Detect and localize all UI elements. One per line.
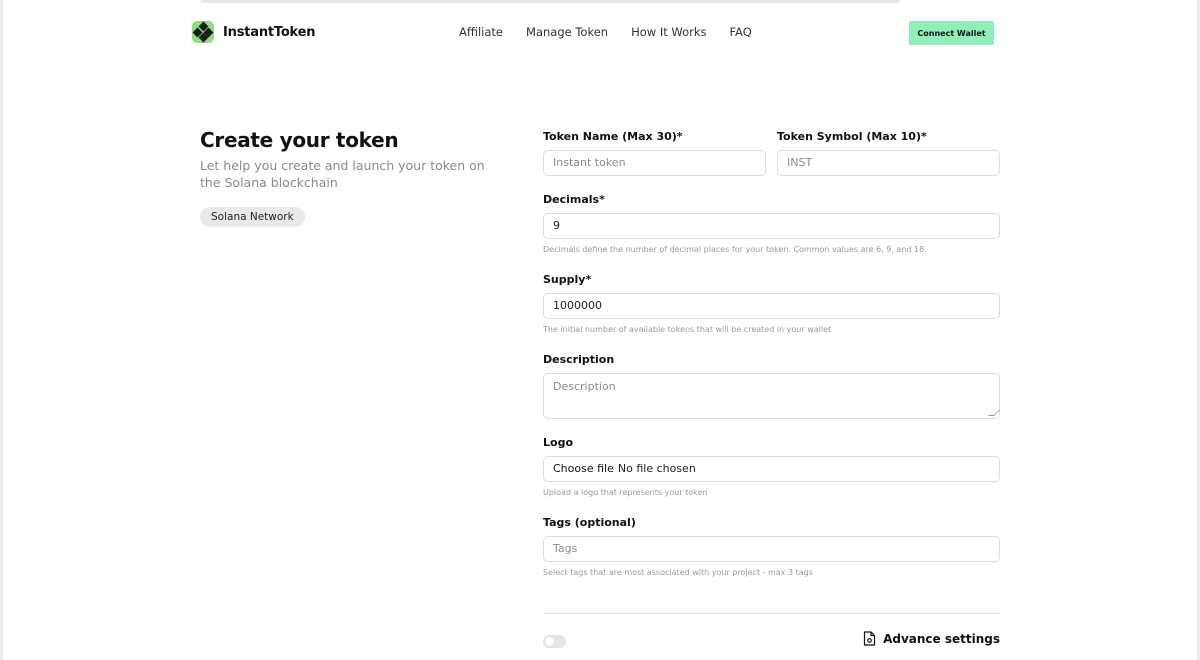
page-subtitle: Let help you create and launch your toke…: [200, 158, 485, 190]
nav-faq[interactable]: FAQ: [730, 25, 752, 39]
tags-input[interactable]: Tags: [543, 536, 1000, 562]
decimals-hint: Decimals define the number of decimal pl…: [543, 245, 927, 254]
supply-label: Supply*: [543, 273, 592, 286]
token-symbol-label: Token Symbol (Max 10)*: [777, 130, 927, 143]
connect-wallet-button[interactable]: Connect Wallet: [909, 21, 994, 45]
top-scroll-strip: [200, 0, 900, 3]
file-status: No file chosen: [617, 462, 696, 475]
supply-input[interactable]: 1000000: [543, 293, 1000, 319]
main-nav: Affiliate Manage Token How It Works FAQ: [459, 25, 752, 39]
network-badge[interactable]: Solana Network: [200, 207, 305, 227]
description-label: Description: [543, 353, 615, 366]
toggle-knob: [545, 637, 554, 646]
tags-hint: Select tags that are most associated wit…: [543, 568, 813, 577]
page-title: Create your token: [200, 128, 399, 152]
token-name-label: Token Name (Max 30)*: [543, 130, 683, 143]
token-symbol-input[interactable]: INST: [777, 150, 1000, 176]
description-textarea[interactable]: Description: [543, 373, 1000, 419]
token-name-input[interactable]: Instant token: [543, 150, 766, 176]
nav-manage-token[interactable]: Manage Token: [526, 25, 608, 39]
nav-how-it-works[interactable]: How It Works: [631, 25, 706, 39]
decimals-label: Decimals*: [543, 193, 605, 206]
supply-hint: The initial number of available tokens t…: [543, 325, 832, 334]
logo-label: Logo: [543, 436, 573, 449]
brand-logo[interactable]: InstantToken: [192, 21, 316, 43]
description-placeholder: Description: [553, 380, 616, 393]
nav-affiliate[interactable]: Affiliate: [459, 25, 503, 39]
advance-settings-label: Advance settings: [883, 631, 1000, 646]
logo-file-input[interactable]: Choose file No file chosen: [543, 456, 1000, 482]
tags-label: Tags (optional): [543, 516, 636, 529]
advance-settings-toggle[interactable]: [543, 635, 566, 648]
decimals-input[interactable]: 9: [543, 213, 1000, 239]
choose-file-button[interactable]: Choose file: [553, 457, 614, 481]
resize-handle[interactable]: [988, 410, 1000, 416]
logo-hint: Upload a logo that represents your token: [543, 488, 708, 497]
file-settings-icon: [863, 631, 876, 646]
window-frame-left: [0, 0, 3, 660]
intro-section: Create your token Let help you create an…: [200, 128, 500, 191]
brand-name: InstantToken: [223, 24, 316, 40]
advance-settings[interactable]: Advance settings: [863, 631, 1000, 646]
divider: [543, 613, 1000, 614]
diamond-grid-icon: [192, 21, 214, 43]
